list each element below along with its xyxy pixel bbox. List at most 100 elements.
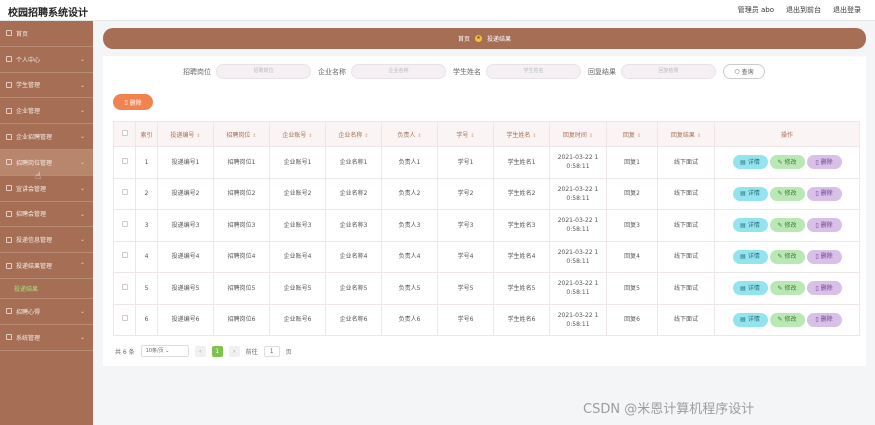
detail-button[interactable]: ▤ 详情 xyxy=(732,312,768,327)
search-input-position[interactable]: 招聘岗位 xyxy=(216,64,311,79)
sidebar-item-job-fair-management[interactable]: 招聘会管理 ⌄ xyxy=(0,202,93,228)
search-input-student[interactable]: 学生姓名 xyxy=(486,64,581,79)
table-cell: 线下面试 xyxy=(657,303,715,336)
document-icon: ▤ xyxy=(740,221,746,229)
edit-button[interactable]: ✎ 修改 xyxy=(769,312,805,327)
column-header[interactable]: 企业账号 ⇕ xyxy=(269,121,326,147)
search-button[interactable]: ○ 查询 xyxy=(723,64,765,79)
row-checkbox[interactable] xyxy=(113,146,136,179)
table-cell: 线下面试 xyxy=(657,240,715,273)
search-input-result[interactable]: 回复结果 xyxy=(621,64,716,79)
pencil-icon: ✎ xyxy=(777,221,783,229)
chevron-down-icon: ⌄ xyxy=(79,184,85,192)
table-cell: 企业名称6 xyxy=(325,303,382,336)
column-header[interactable]: 回复 ⇕ xyxy=(606,121,658,147)
column-header[interactable]: 招聘岗位 ⇕ xyxy=(213,121,270,147)
detail-button[interactable]: ▤ 详情 xyxy=(732,186,768,201)
row-checkbox[interactable] xyxy=(113,177,136,210)
table-cell: 投递编号1 xyxy=(157,146,214,179)
column-header[interactable]: 企业名称 ⇕ xyxy=(325,121,382,147)
sidebar-item-student-management[interactable]: 学生管理 ⌄ xyxy=(0,73,93,99)
sidebar-item-label: 招聘心得 xyxy=(16,308,41,316)
edit-button[interactable]: ✎ 修改 xyxy=(769,249,805,264)
delete-button[interactable]: ▯ 删除 xyxy=(806,249,842,264)
table-cell: 回复5 xyxy=(606,272,658,305)
folder-icon xyxy=(6,107,12,114)
column-header[interactable]: 投递编号 ⇕ xyxy=(157,121,214,147)
row-checkbox[interactable] xyxy=(113,240,136,273)
page-1-button[interactable]: 1 xyxy=(211,345,223,357)
table-cell: 企业账号6 xyxy=(269,303,326,336)
next-page-button[interactable]: › xyxy=(228,345,240,357)
column-header[interactable]: 回复时间 ⇕ xyxy=(549,121,607,147)
delete-button[interactable]: ▯ 删除 xyxy=(806,155,842,170)
admin-user-link[interactable]: 管理员 abo xyxy=(738,5,774,15)
breadcrumb-home[interactable]: 首页 xyxy=(458,34,470,43)
column-header[interactable]: 学生姓名 ⇕ xyxy=(493,121,550,147)
delete-button[interactable]: ▯ 删除 xyxy=(806,281,842,296)
table-cell: 回复6 xyxy=(606,303,658,336)
delete-button[interactable]: ▯ 删除 xyxy=(806,218,842,233)
detail-button[interactable]: ▤ 详情 xyxy=(732,249,768,264)
table-cell: 学号4 xyxy=(437,240,494,273)
sidebar-item-personal-center[interactable]: 个人中心 ⌄ xyxy=(0,47,93,73)
edit-button[interactable]: ✎ 修改 xyxy=(769,186,805,201)
table-cell: 招聘岗位1 xyxy=(213,146,270,179)
detail-button[interactable]: ▤ 详情 xyxy=(732,218,768,233)
sidebar-item-company-recruitment[interactable]: 企业招聘管理 ⌄ xyxy=(0,124,93,150)
search-label-position: 招聘岗位 xyxy=(183,67,211,76)
sidebar-item-company-management[interactable]: 企业管理 ⌄ xyxy=(0,98,93,125)
bulk-delete-button[interactable]: ▯ 删除 xyxy=(113,94,153,110)
detail-button[interactable]: ▤ 详情 xyxy=(732,281,768,296)
column-header[interactable]: 回复结果 ⇕ xyxy=(657,121,715,147)
sidebar-item-application-info[interactable]: 投递信息管理 ⌄ xyxy=(0,227,93,254)
folder-icon xyxy=(6,185,12,192)
table-cell: 招聘岗位5 xyxy=(213,272,270,305)
chevron-down-icon: ⌄ xyxy=(79,333,85,341)
logout-link[interactable]: 退出登录 xyxy=(833,5,861,15)
exit-to-frontend-link[interactable]: 退出到前台 xyxy=(786,5,821,15)
edit-button[interactable]: ✎ 修改 xyxy=(769,281,805,296)
table-cell: 企业账号1 xyxy=(269,146,326,179)
sort-icon: ⇕ xyxy=(364,132,369,139)
sidebar-subitem-result[interactable]: 投递结果 xyxy=(0,279,93,299)
chevron-down-icon: ⌄ xyxy=(79,236,85,244)
row-checkbox[interactable] xyxy=(113,209,136,242)
folder-icon xyxy=(6,210,12,217)
search-input-company[interactable]: 企业名称 xyxy=(351,64,446,79)
edit-button[interactable]: ✎ 修改 xyxy=(769,218,805,233)
pagination: 共 6 条 10条/页 ⌄ ‹ 1 › 前往 1 页 xyxy=(115,345,292,357)
search-row: 招聘岗位 招聘岗位 企业名称 企业名称 学生姓名 学生姓名 回复结果 回复结果 … xyxy=(183,64,765,79)
page-size-select[interactable]: 10条/页 ⌄ xyxy=(140,345,189,357)
goto-page-input[interactable]: 1 xyxy=(263,345,280,357)
sidebar-item-recruitment-notes[interactable]: 招聘心得 ⌄ xyxy=(0,299,93,325)
delete-button[interactable]: ▯ 删除 xyxy=(806,312,842,327)
row-actions: ▤ 详情 ✎ 修改 ▯ 删除 xyxy=(714,272,860,305)
sidebar-item-home[interactable]: 首页 xyxy=(0,21,93,47)
search-label-student: 学生姓名 xyxy=(453,67,481,76)
column-header[interactable]: 负责人 ⇕ xyxy=(381,121,438,147)
row-actions: ▤ 详情 ✎ 修改 ▯ 删除 xyxy=(714,240,860,273)
user-icon xyxy=(6,56,12,63)
column-header[interactable]: 学号 ⇕ xyxy=(437,121,494,147)
table-cell: 学号6 xyxy=(437,303,494,336)
prev-page-button[interactable]: ‹ xyxy=(194,345,206,357)
sidebar-item-label: 个人中心 xyxy=(16,56,41,64)
document-icon: ▤ xyxy=(740,253,746,261)
row-checkbox[interactable] xyxy=(113,272,136,305)
sidebar-item-position-management[interactable]: 招聘岗位管理 ⌄ xyxy=(0,149,93,176)
delete-button[interactable]: ▯ 删除 xyxy=(806,186,842,201)
sidebar-item-system-management[interactable]: 系统管理 ⌄ xyxy=(0,325,93,351)
sidebar-item-presentation-management[interactable]: 宣讲会管理 ⌄ xyxy=(0,176,93,202)
row-checkbox[interactable] xyxy=(113,303,136,336)
table-cell: 线下面试 xyxy=(657,272,715,305)
edit-button[interactable]: ✎ 修改 xyxy=(769,155,805,170)
sidebar-item-label: 招聘岗位管理 xyxy=(16,159,53,167)
select-all-checkbox[interactable] xyxy=(113,121,136,147)
sidebar-item-application-result[interactable]: 投递结果管理 ⌃ xyxy=(0,253,93,279)
detail-button[interactable]: ▤ 详情 xyxy=(732,155,768,170)
table-cell: 学号3 xyxy=(437,209,494,242)
table-cell: 企业账号4 xyxy=(269,240,326,273)
table-cell: 回复3 xyxy=(606,209,658,242)
sidebar-item-label: 投递信息管理 xyxy=(16,237,53,245)
